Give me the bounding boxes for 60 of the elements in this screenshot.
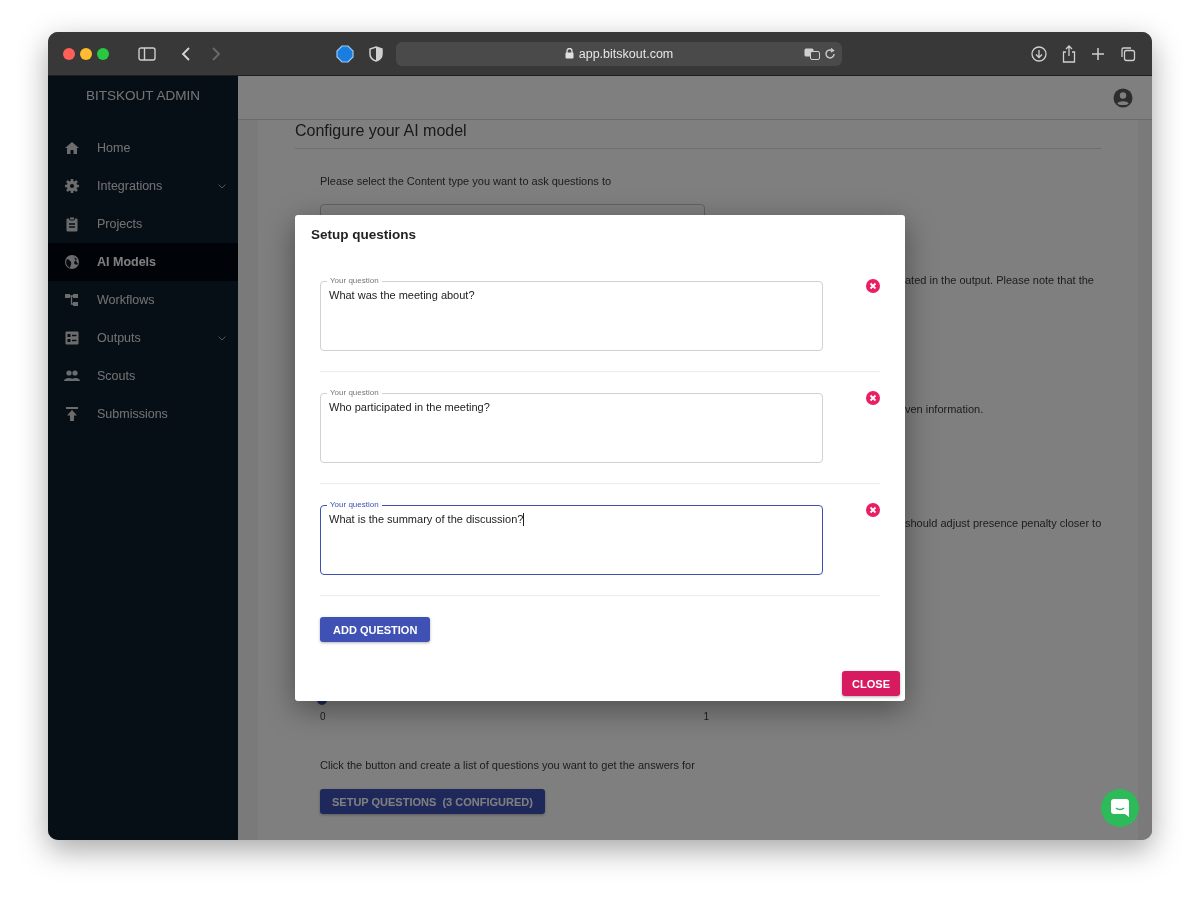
maximize-window-button[interactable] (97, 47, 109, 60)
app-title: BITSKOUT ADMIN (85, 87, 201, 105)
add-question-button[interactable]: ADD QUESTION (320, 617, 431, 642)
sidebar-toggle-icon[interactable] (138, 46, 156, 61)
minimize-window-button[interactable] (80, 47, 92, 60)
extension-icon[interactable] (336, 44, 354, 63)
sidebar-item[interactable]: AI Models (48, 243, 238, 281)
field-label: Your question (329, 500, 380, 510)
question-field[interactable]: Your question What is the summary of the discussion? (320, 500, 823, 575)
clipboard-icon (64, 216, 80, 232)
field-label: Your question (329, 388, 380, 398)
people-icon (64, 368, 80, 384)
page-title: Configure your AI model (295, 120, 1102, 149)
chat-icon (1110, 798, 1130, 818)
field-label: Your question (329, 276, 380, 286)
question-field[interactable]: Your question What was the meeting about? (320, 276, 823, 351)
flowchart-icon (64, 292, 80, 308)
field-value: What was the meeting about? (329, 288, 475, 302)
field-value: What is the summary of the discussion? (329, 512, 524, 526)
instruction-text: Click the button and create a list of questions you want to get the answers for (320, 758, 695, 773)
text-cursor (523, 512, 525, 526)
reload-icon[interactable] (824, 47, 836, 60)
back-icon[interactable] (181, 45, 191, 62)
close-button[interactable]: CLOSE (842, 671, 900, 696)
list-icon (64, 330, 80, 346)
upload-icon (64, 406, 80, 422)
download-icon[interactable] (1031, 45, 1047, 62)
lock-icon (564, 48, 574, 59)
sidebar-item[interactable]: Workflows (48, 281, 238, 319)
slider-min-label: 0 (320, 710, 326, 724)
slider-max-label: 1 (703, 710, 709, 724)
setup-questions-button[interactable]: SETUP QUESTIONS (3 CONFIGURED) (320, 789, 545, 814)
sidebar-item[interactable]: Home (48, 129, 238, 167)
question-field[interactable]: Your question Who participated in the meeting? (320, 388, 823, 463)
sidebar-item[interactable]: Outputs (48, 319, 238, 357)
partial-text: ated in the output. Please note that the (905, 273, 1095, 288)
new-tab-icon[interactable] (1091, 46, 1105, 61)
translate-icon[interactable] (804, 47, 820, 60)
remove-icon[interactable] (866, 391, 880, 405)
dialog-title: Setup questions (311, 227, 417, 243)
sidebar-item[interactable]: Projects (48, 205, 238, 243)
home-icon (64, 140, 80, 156)
shield-icon[interactable] (369, 45, 383, 62)
partial-text: should adjust presence penalty closer to (905, 516, 1102, 531)
tabs-overview-icon[interactable] (1120, 45, 1136, 62)
url-text: app.bitskout.com (578, 46, 674, 61)
sidebar-item[interactable]: Integrations (48, 167, 238, 205)
globe-icon (64, 254, 80, 270)
sidebar-item[interactable]: Scouts (48, 357, 238, 395)
partial-text: ven information. (905, 402, 985, 417)
remove-icon[interactable] (866, 279, 880, 293)
field-value: Who participated in the meeting? (329, 400, 490, 414)
sidebar-item[interactable]: Submissions (48, 395, 238, 433)
gear-icon (64, 178, 80, 194)
close-window-button[interactable] (63, 47, 75, 60)
remove-icon[interactable] (866, 503, 880, 517)
share-icon[interactable] (1062, 44, 1076, 63)
instruction-text: Please select the Content type you want to ask questions to (320, 174, 612, 189)
account-icon[interactable] (1113, 87, 1134, 108)
address-bar[interactable]: app.bitskout.com (396, 41, 842, 66)
